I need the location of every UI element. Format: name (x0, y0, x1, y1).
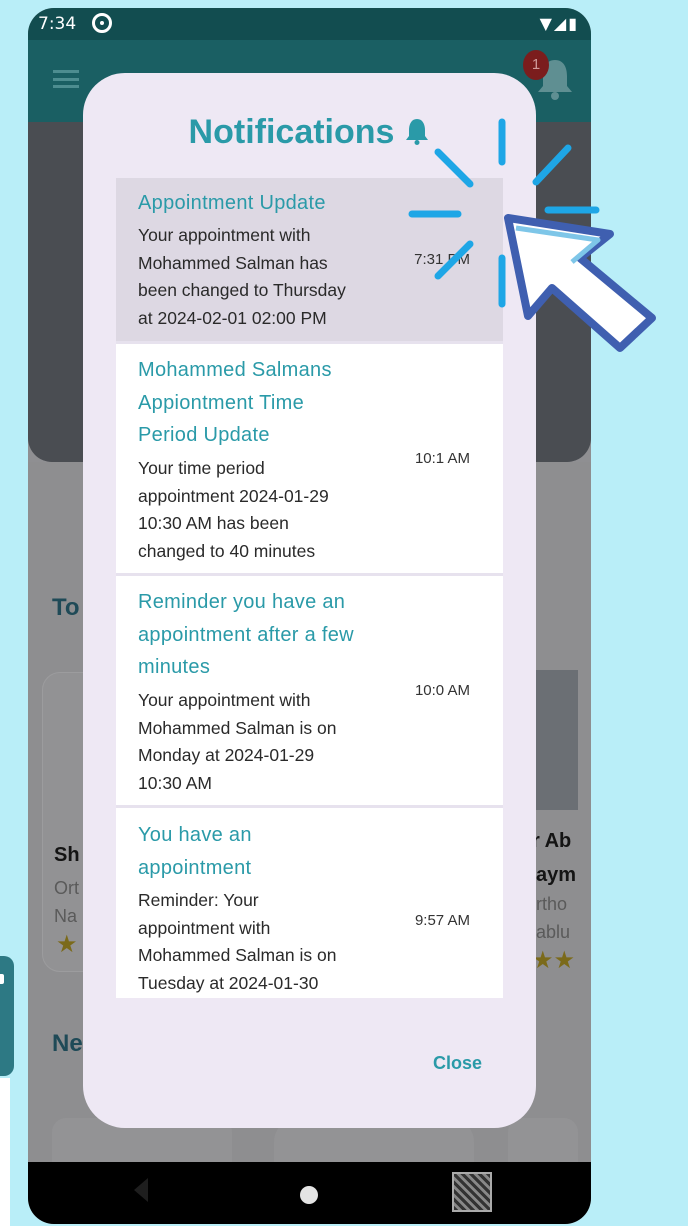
body-line: Monday at 2024-01-29 (138, 745, 315, 765)
side-strip (0, 1078, 10, 1226)
status-bar: 7:34 ▼◢▮ (28, 8, 591, 40)
card-left-name: Sh (54, 844, 80, 866)
notification-body: Reminder: Your appointment with Mohammed… (138, 887, 398, 997)
section-title-top: To (52, 594, 80, 621)
body-line: at 2024-02-01 02:00 PM (138, 307, 327, 328)
notification-list[interactable]: Appointment Update Your appointment with… (116, 178, 503, 998)
title-line: Appiontment Time (138, 391, 304, 414)
side-tab[interactable] (0, 956, 14, 1076)
body-line: 10:30 AM has been (138, 513, 289, 533)
system-nav-bar (28, 1162, 591, 1224)
title-line: Reminder you have an (138, 591, 346, 613)
close-button[interactable]: Close (433, 1053, 482, 1074)
card-right-specialty: rtho (536, 894, 568, 914)
home-icon[interactable] (300, 1186, 318, 1204)
body-line: Your time period (138, 458, 265, 478)
body-line: appointment with (138, 917, 271, 938)
notification-time: 10:1 AM (414, 450, 470, 467)
notification-item[interactable]: Mohammed Salmans Appiontment Time Period… (116, 344, 503, 576)
body-line: been changed to Thursday (138, 280, 346, 300)
notification-body: Your appointment with Mohammed Salman ha… (138, 222, 398, 332)
notification-item[interactable]: Appointment Update Your appointment with… (116, 178, 503, 344)
notification-body: Your time period appointment 2024-01-29 … (138, 455, 398, 565)
menu-icon[interactable] (53, 70, 79, 88)
card-left-specialty: Ort (54, 878, 79, 898)
section-title-news: Ne (52, 1030, 83, 1057)
body-line: Tuesday at 2024-01-30 (138, 972, 319, 993)
notification-badge: 1 (523, 50, 549, 80)
body-line: appointment 2024-01-29 (138, 485, 329, 506)
notification-time: 7:31 PM (414, 251, 470, 268)
notification-body: Your appointment with Mohammed Salman is… (138, 687, 398, 797)
status-time: 7:34 (38, 14, 77, 34)
card-right-name: r Ab (532, 830, 572, 852)
notification-title: Mohammed Salmans Appiontment Time Period… (138, 354, 398, 452)
rating-stars-left: ★ (56, 931, 78, 958)
back-icon[interactable] (134, 1178, 148, 1202)
body-line: Mohammed Salman is on (138, 945, 337, 965)
bell-icon (406, 119, 429, 145)
notifications-dialog: Notifications Appointment Update Your ap… (83, 73, 536, 1128)
dialog-title-text: Notifications (188, 113, 395, 151)
notification-time: 9:57 AM (414, 912, 470, 929)
rating-stars-right: ★★ (532, 947, 576, 974)
body-line: Mohammed Salman has (138, 252, 328, 273)
notification-item[interactable]: You have an appointment Reminder: Your a… (116, 808, 503, 998)
phone-screen: 7:34 ▼◢▮ 1 To Sh Ort Na ★ r Ab aym rtho … (28, 8, 591, 1224)
title-line: Appointment Update (138, 192, 326, 214)
body-line: Mohammed Salman is on (138, 717, 337, 738)
signal-battery-icons: ▼◢▮ (539, 14, 579, 33)
title-line: appointment after a few (138, 623, 354, 646)
news-card-3[interactable] (508, 1118, 578, 1162)
dialog-title: Notifications (83, 113, 536, 152)
title-line: Mohammed Salmans (138, 359, 332, 381)
title-line: minutes (138, 656, 211, 678)
card-right-name-line2: aym (536, 864, 577, 886)
notification-time: 10:0 AM (414, 682, 470, 699)
notification-title: Reminder you have an appointment after a… (138, 586, 398, 684)
card-right-location: ablu (536, 922, 571, 942)
body-line: changed to 40 minutes (138, 540, 316, 561)
title-line: You have an (138, 824, 252, 846)
notification-title: Appointment Update (138, 187, 398, 220)
recents-icon[interactable] (452, 1172, 492, 1212)
sync-icon (92, 13, 112, 33)
body-line: 10:30 AM (138, 772, 212, 793)
notification-title: You have an appointment (138, 819, 398, 884)
body-line: Your appointment with (138, 225, 311, 245)
title-line: Period Update (138, 424, 270, 446)
body-line: Your appointment with (138, 690, 311, 710)
notification-item[interactable]: Reminder you have an appointment after a… (116, 576, 503, 808)
title-line: appointment (138, 856, 252, 879)
body-line: Reminder: Your (138, 890, 259, 910)
card-left-location: Na (54, 906, 78, 926)
